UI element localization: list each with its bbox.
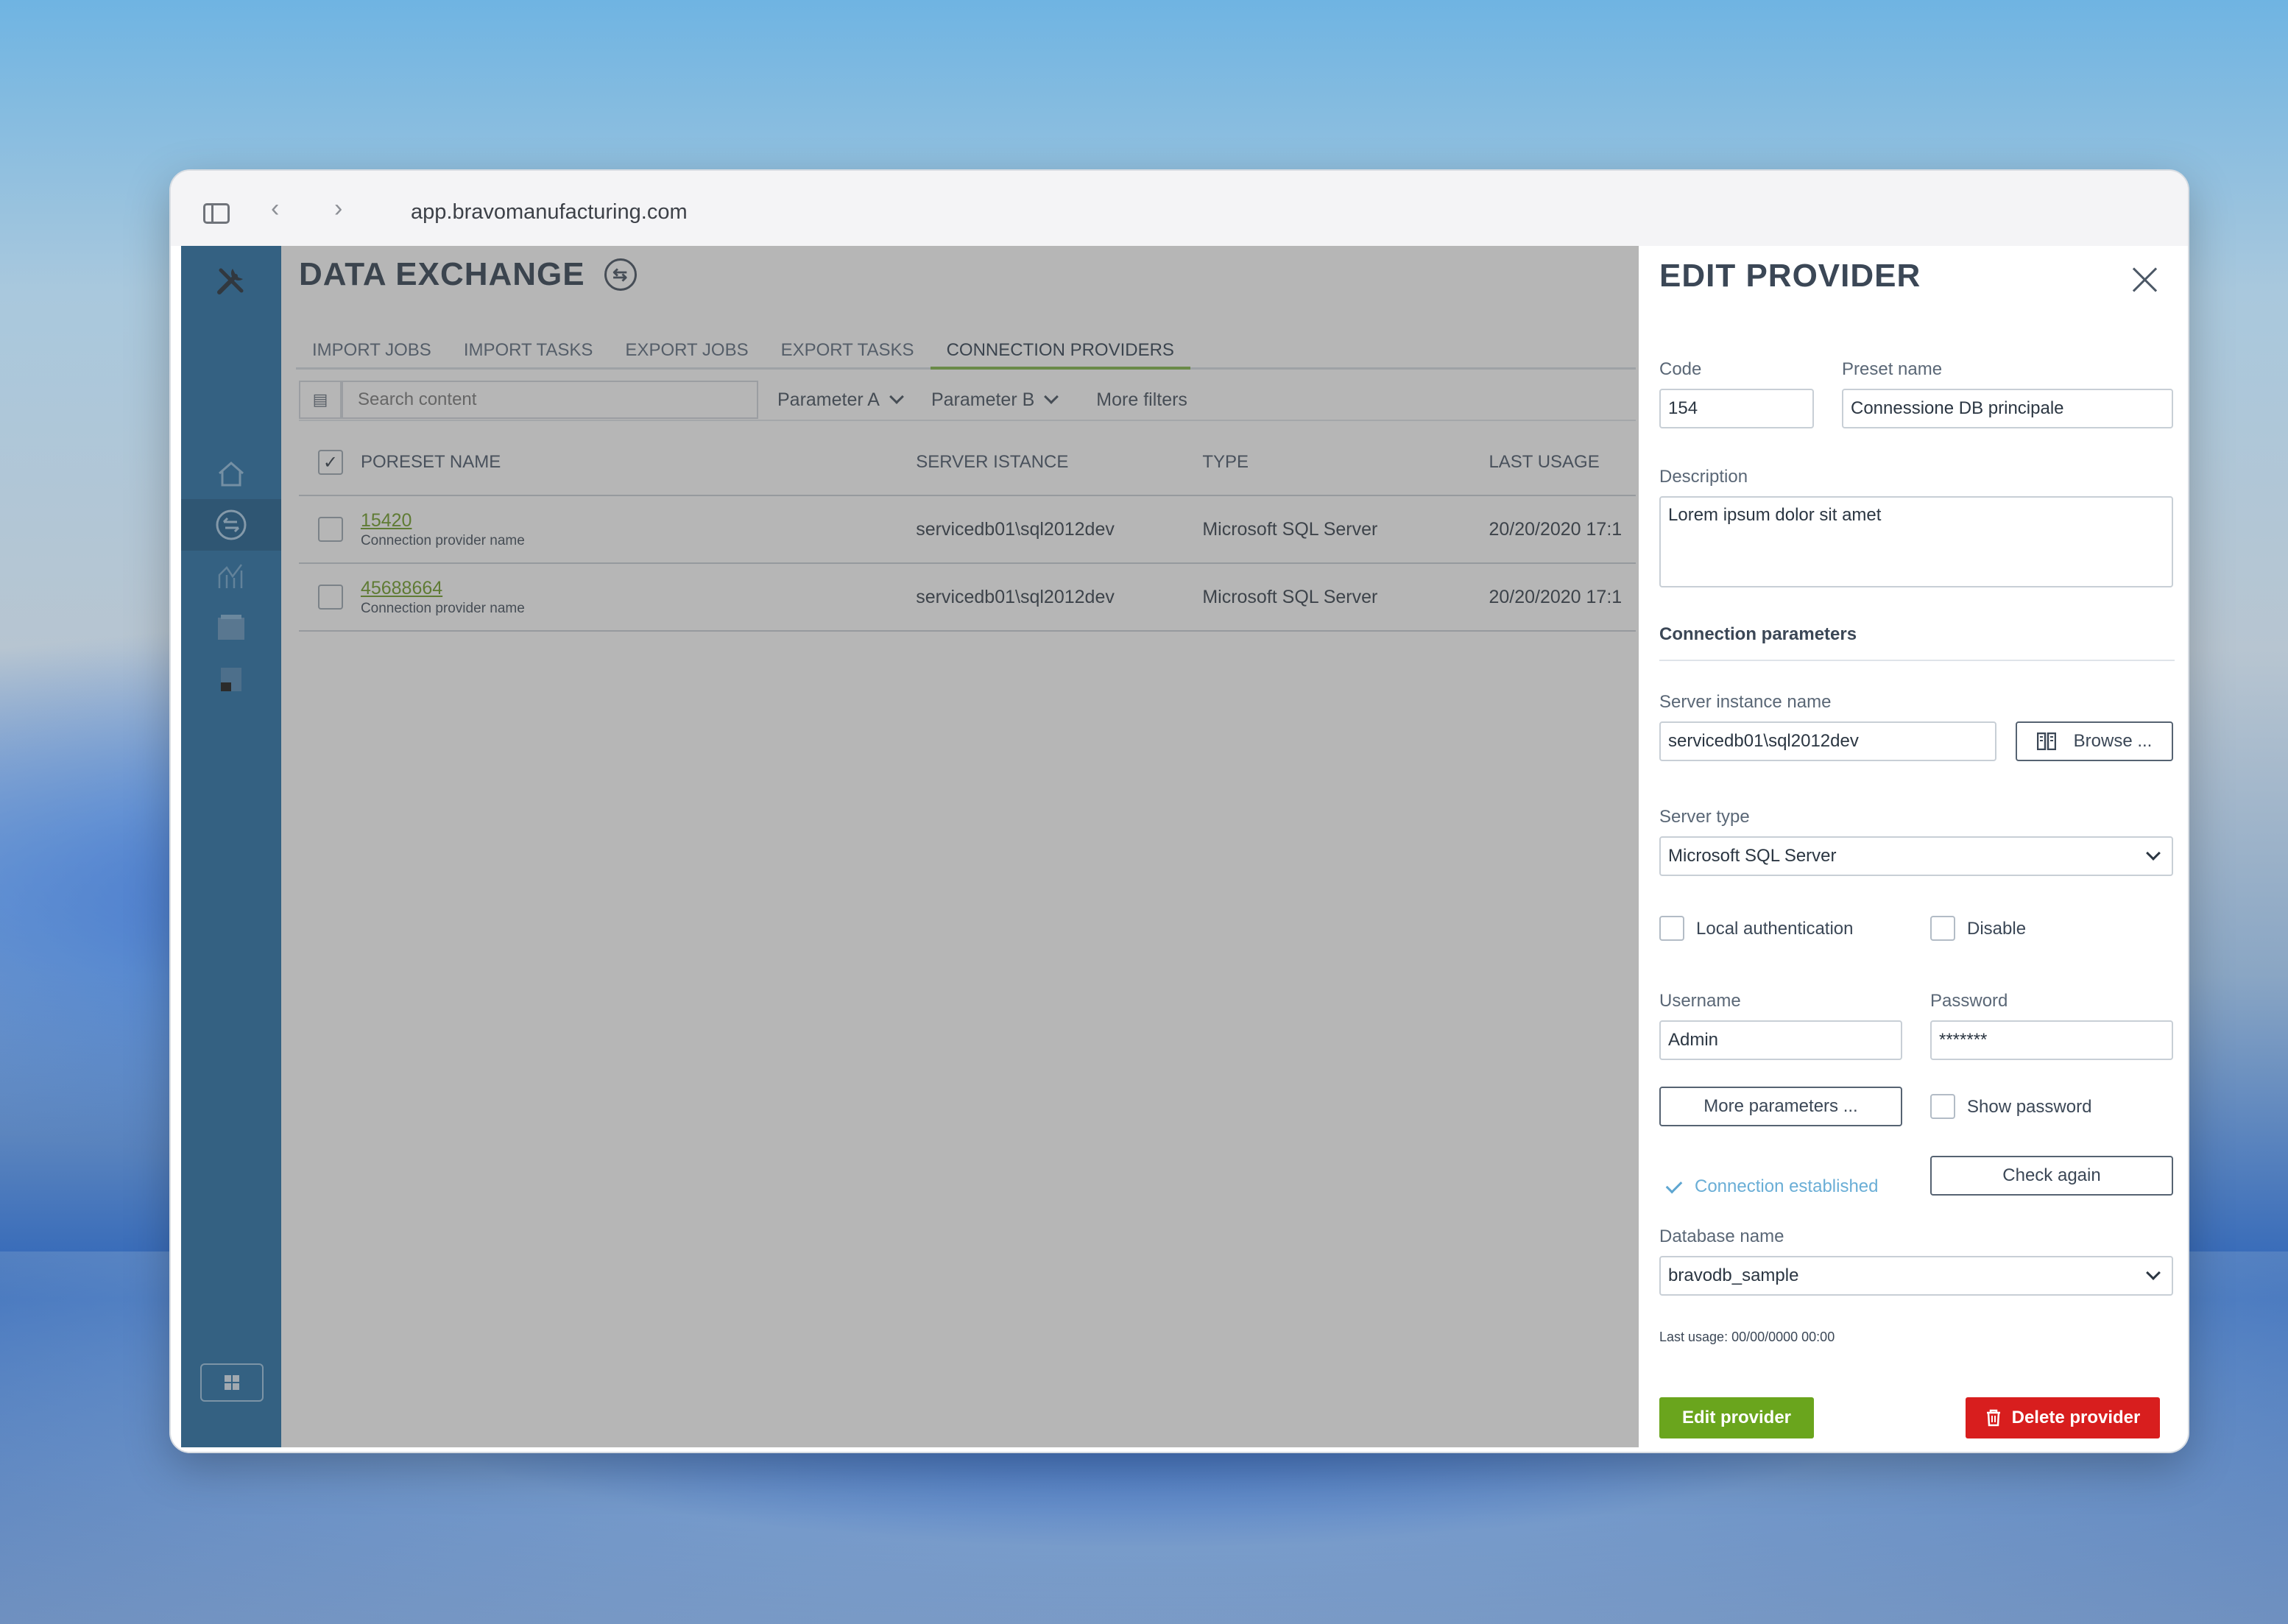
modal-backdrop[interactable] <box>181 246 1639 1447</box>
password-label: Password <box>1930 991 2008 1011</box>
server-type-label: Server type <box>1659 807 1750 827</box>
description-textarea[interactable]: Lorem ipsum dolor sit amet <box>1659 496 2173 587</box>
password-field[interactable]: ******* <box>1930 1020 2173 1060</box>
app: DATA EXCHANGE ⇆ IMPORT JOBS IMPORT TASKS… <box>181 246 2181 1447</box>
username-field[interactable]: Admin <box>1659 1020 1902 1060</box>
code-field[interactable]: 154 <box>1659 389 1814 428</box>
code-label: Code <box>1659 359 1702 379</box>
edit-provider-panel: EDIT PROVIDER Code 154 Preset name Conne… <box>1639 246 2181 1447</box>
more-parameters-button[interactable]: More parameters ... <box>1659 1087 1902 1126</box>
show-password-checkbox[interactable] <box>1930 1094 1955 1119</box>
forward-icon[interactable]: › <box>334 196 342 221</box>
address-bar[interactable]: app.bravomanufacturing.com <box>411 200 688 225</box>
edit-provider-button[interactable]: Edit provider <box>1659 1397 1814 1438</box>
server-instance-field[interactable]: servicedb01\sql2012dev <box>1659 721 1996 761</box>
local-authentication-label: Local authentication <box>1696 919 1854 939</box>
delete-provider-label: Delete provider <box>2011 1408 2141 1427</box>
browser-window: ‹ › app.bravomanufacturing.com DATA EXCH… <box>169 169 2189 1453</box>
username-label: Username <box>1659 991 1741 1011</box>
database-name-label: Database name <box>1659 1226 1784 1246</box>
disable-label: Disable <box>1967 919 2027 939</box>
disable-checkbox[interactable] <box>1930 916 1955 941</box>
last-usage-text: Last usage: 00/00/0000 00:00 <box>1659 1330 1835 1344</box>
show-password-label: Show password <box>1967 1097 2092 1117</box>
check-again-button[interactable]: Check again <box>1930 1156 2173 1196</box>
browser-toolbar: ‹ › app.bravomanufacturing.com <box>171 171 2188 246</box>
local-authentication-checkbox[interactable] <box>1659 916 1684 941</box>
connection-parameters-heading: Connection parameters <box>1659 624 2175 661</box>
browse-label: Browse ... <box>2073 731 2153 751</box>
check-icon <box>1665 1176 1683 1194</box>
server-instance-label: Server instance name <box>1659 692 1832 712</box>
connection-status-text: Connection established <box>1695 1176 1879 1196</box>
server-type-select[interactable]: Microsoft SQL Server <box>1659 836 2173 876</box>
preset-name-label: Preset name <box>1842 359 1943 379</box>
sidebar-toggle-icon[interactable] <box>203 203 230 224</box>
panel-title: EDIT PROVIDER <box>1659 258 1921 294</box>
description-label: Description <box>1659 467 1748 487</box>
delete-provider-button[interactable]: Delete provider <box>1966 1397 2160 1438</box>
trash-icon <box>1986 1409 2000 1427</box>
database-name-value: bravodb_sample <box>1668 1265 1799 1285</box>
book-icon <box>2036 732 2056 750</box>
browse-button[interactable]: Browse ... <box>2016 721 2173 761</box>
server-type-value: Microsoft SQL Server <box>1668 846 1837 866</box>
chevron-down-icon <box>2146 1265 2161 1280</box>
database-name-select[interactable]: bravodb_sample <box>1659 1256 2173 1296</box>
chevron-down-icon <box>2146 846 2161 861</box>
close-icon[interactable] <box>2130 265 2160 294</box>
preset-name-field[interactable]: Connessione DB principale <box>1842 389 2173 428</box>
back-icon[interactable]: ‹ <box>271 196 279 221</box>
connection-status: Connection established <box>1659 1176 1879 1197</box>
